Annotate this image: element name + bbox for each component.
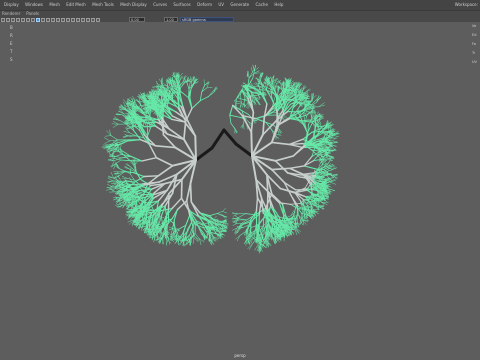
menu-surfaces[interactable]: Surfaces [170, 0, 194, 10]
lights-icon[interactable] [51, 17, 55, 22]
xray-icon[interactable] [81, 17, 85, 22]
hud-vertices-label: Ve [472, 24, 477, 28]
camera-select-icon[interactable] [1, 17, 5, 22]
film-gate-icon[interactable] [26, 17, 30, 22]
menu-mesh-tools[interactable]: Mesh Tools [89, 0, 117, 10]
textured-icon[interactable] [46, 17, 50, 22]
smooth-shade-icon[interactable] [41, 17, 45, 22]
image-plane-icon[interactable] [16, 17, 20, 22]
motion-blur-icon[interactable] [66, 17, 70, 22]
exposure-icon[interactable] [96, 17, 100, 22]
camera-attributes-icon[interactable] [6, 17, 10, 22]
hud-edges-label: Ed [472, 33, 477, 37]
antialiasing-icon[interactable] [71, 17, 75, 22]
xray-joints-icon[interactable] [86, 17, 90, 22]
menu-generate[interactable]: Generate [227, 0, 252, 10]
lung-airway-model[interactable] [0, 22, 480, 360]
menu-display[interactable]: Display [0, 0, 22, 10]
menu-mesh-display[interactable]: Mesh Display [117, 0, 150, 10]
viewport-3d[interactable] [0, 22, 480, 360]
menu-mesh[interactable]: Mesh [46, 0, 63, 10]
menu-edit-mesh[interactable]: Edit Mesh [63, 0, 89, 10]
hud-faces-label: Fa [472, 42, 476, 46]
menu-cache[interactable]: Cache [252, 0, 271, 10]
menu-help[interactable]: Help [271, 0, 287, 10]
menu-curves[interactable]: Curves [150, 0, 170, 10]
menu-windows[interactable]: Windows [22, 0, 46, 10]
bookmark-icon[interactable] [11, 17, 15, 22]
menu-uv[interactable]: UV [215, 0, 227, 10]
hud-uvs-label: UV [472, 60, 477, 64]
bronchi-outer [101, 64, 340, 254]
grid-icon[interactable] [21, 17, 25, 22]
resolution-gate-icon[interactable] [31, 17, 35, 22]
menu-deform[interactable]: Deform [194, 0, 215, 10]
isolate-select-icon[interactable] [76, 17, 80, 22]
xray-components-icon[interactable] [91, 17, 95, 22]
camera-name-label: persp [234, 353, 246, 358]
ambient-occlusion-icon[interactable] [61, 17, 65, 22]
workspace-label[interactable]: Workspace: [455, 0, 478, 10]
wireframe-icon[interactable] [36, 17, 40, 22]
hud-tris-label: Tr [472, 51, 476, 55]
heads-up-display: Ve Ed Fa Tr UV [472, 24, 480, 69]
main-menubar: Display Windows Mesh Edit Mesh Mesh Tool… [0, 0, 480, 10]
shadows-icon[interactable] [56, 17, 60, 22]
